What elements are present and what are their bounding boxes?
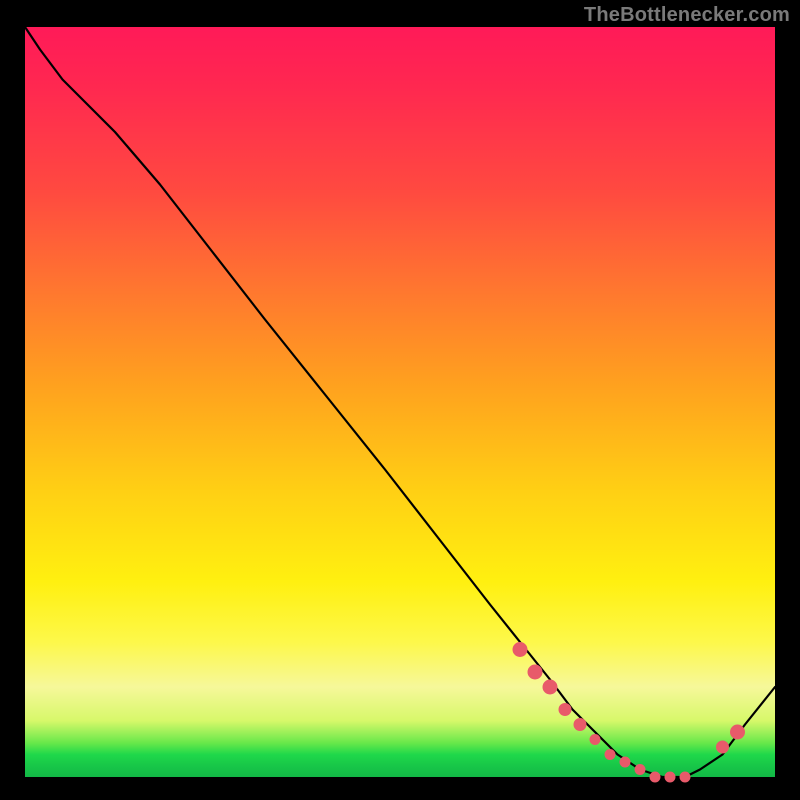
chart-stage: TheBottlenecker.com — [0, 0, 800, 800]
highlight-dot — [620, 757, 630, 767]
highlight-dot — [605, 750, 615, 760]
highlight-dot — [590, 735, 600, 745]
highlight-dot — [574, 719, 586, 731]
highlight-dot — [680, 772, 690, 782]
curve-layer — [25, 27, 775, 777]
highlight-dot — [731, 725, 745, 739]
highlight-dot — [717, 741, 729, 753]
plot-area — [25, 27, 775, 777]
highlight-dot — [635, 765, 645, 775]
highlight-dot — [665, 772, 675, 782]
highlight-dots — [513, 643, 745, 783]
bottleneck-curve — [25, 27, 775, 777]
highlight-dot — [559, 704, 571, 716]
highlight-dot — [513, 643, 527, 657]
highlight-dot — [528, 665, 542, 679]
watermark-text: TheBottlenecker.com — [584, 4, 790, 27]
highlight-dot — [543, 680, 557, 694]
highlight-dot — [650, 772, 660, 782]
